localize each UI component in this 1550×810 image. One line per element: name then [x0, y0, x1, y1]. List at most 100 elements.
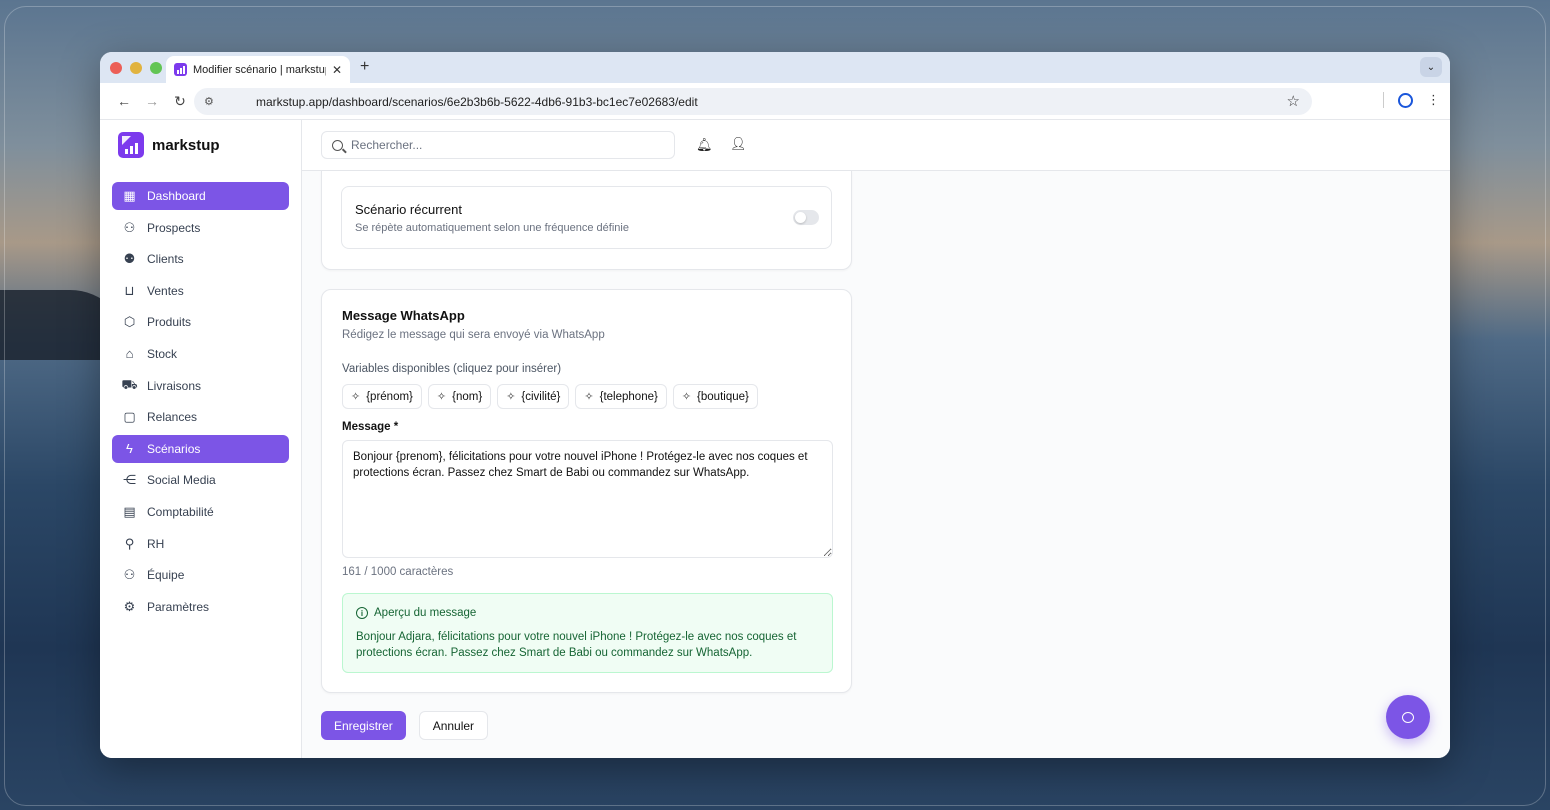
recurrent-option[interactable]: Scénario récurrent Se répète automatique… [341, 186, 832, 249]
sidebar-item-social-media[interactable]: ⋲ Social Media [112, 466, 289, 494]
browser-toolbar-right: ⋮ [1383, 92, 1440, 108]
reload-icon[interactable]: ↻ [166, 93, 194, 110]
scenario-form: Scénario récurrent Se répète automatique… [321, 171, 852, 740]
message-textarea[interactable]: Bonjour {prenom}, félicitations pour vot… [342, 440, 833, 558]
whatsapp-card-title: Message WhatsApp [342, 308, 465, 323]
truck-icon: ⛟ [121, 376, 138, 392]
recurrent-toggle[interactable] [793, 210, 819, 225]
markstup-favicon-icon [174, 63, 187, 76]
variables-label: Variables disponibles (cliquez pour insé… [342, 363, 562, 375]
user-icon[interactable]: 👤︎ [730, 136, 747, 152]
user-cog-icon: ⚲ [124, 535, 135, 551]
settings-card: Scénario récurrent Se répète automatique… [321, 171, 852, 270]
preview-title: Aperçu du message [374, 607, 477, 619]
chat-bubble-icon [1402, 711, 1414, 723]
form-actions: Enregistrer Annuler [321, 711, 489, 740]
team-icon: ⚇ [123, 567, 136, 583]
back-arrow-icon[interactable]: ← [110, 93, 138, 109]
user-plus-icon: ⚇ [123, 219, 136, 235]
chat-button[interactable] [1386, 695, 1430, 739]
variable-chip-label: {nom} [452, 390, 483, 403]
sidebar-item-ventes[interactable]: ⊔ Ventes [112, 277, 289, 305]
sidebar-item-comptabilite[interactable]: ▤ Comptabilité [112, 498, 289, 526]
app-shell: markstup ▦ Dashboard ⚇ Prospects ⚉ Clien… [100, 120, 1450, 758]
sidebar: markstup ▦ Dashboard ⚇ Prospects ⚉ Clien… [100, 120, 302, 758]
sidebar-item-label: Social Media [147, 473, 216, 488]
sidebar-item-stock[interactable]: ⌂ Stock [112, 340, 289, 368]
cancel-button[interactable]: Annuler [418, 711, 489, 740]
sidebar-item-scenarios[interactable]: ϟ Scénarios [112, 434, 289, 463]
sidebar-item-prospects[interactable]: ⚇ Prospects [112, 214, 289, 242]
recurrent-description: Se répète automatiquement selon une fréq… [355, 222, 629, 234]
sidebar-item-label: Paramètres [147, 599, 210, 614]
tab-bar: Modifier scénario | markstup ✕ + ⌄ [100, 52, 1450, 83]
toolbar-divider [1383, 92, 1384, 108]
tab-search-chevron-icon[interactable]: ⌄ [1420, 57, 1442, 77]
sidebar-item-produits[interactable]: ⬡ Produits [112, 308, 289, 336]
forward-arrow-icon[interactable]: → [138, 93, 166, 109]
variable-chip-prenom[interactable]: ✧ {prénom} [342, 384, 422, 409]
calculator-icon: ▤ [123, 503, 136, 519]
close-window-button[interactable] [110, 61, 122, 74]
sidebar-item-label: Stock [147, 346, 178, 361]
sparkles-icon: ✧ [584, 391, 594, 403]
window-controls [110, 61, 162, 74]
main-content: 🔔︎ 👤︎ Scénario récurrent Se répète autom… [302, 120, 1450, 758]
sidebar-item-label: Comptabilité [147, 504, 214, 519]
sidebar-item-livraisons[interactable]: ⛟ Livraisons [112, 372, 289, 400]
search-icon [332, 139, 343, 151]
url-field[interactable]: ⚙ markstup.app/dashboard/scenarios/6e2b3… [194, 88, 1312, 115]
preview-text: Bonjour Adjara, félicitations pour votre… [356, 631, 797, 659]
browser-menu-icon[interactable]: ⋮ [1427, 92, 1440, 108]
browser-tab[interactable]: Modifier scénario | markstup ✕ [166, 56, 350, 83]
brand-name: markstup [152, 136, 220, 154]
sparkles-icon: ✧ [681, 391, 692, 403]
sparkles-icon: ✧ [351, 391, 361, 403]
character-count: 161 / 1000 caractères [342, 566, 454, 578]
site-settings-icon[interactable]: ⚙ [204, 95, 234, 108]
sidebar-menu: ▦ Dashboard ⚇ Prospects ⚉ Clients ⊔ Vent… [100, 170, 301, 636]
cart-icon: ⊔ [124, 282, 135, 298]
tab-close-icon[interactable]: ✕ [332, 63, 342, 77]
sidebar-item-rh[interactable]: ⚲ RH [112, 530, 289, 558]
sidebar-item-label: Prospects [147, 220, 201, 235]
message-square-icon: ▢ [123, 409, 136, 425]
recurrent-title: Scénario récurrent [355, 202, 462, 217]
message-preview: i Aperçu du message Bonjour Adjara, féli… [342, 593, 833, 673]
sidebar-item-label: RH [147, 536, 165, 551]
sidebar-item-relances[interactable]: ▢ Relances [112, 403, 289, 431]
url-text: markstup.app/dashboard/scenarios/6e2b3b6… [256, 94, 698, 109]
variable-chips: ✧ {prénom} ✧ {nom} ✧ {civilité} ✧ {telep… [342, 384, 758, 409]
sidebar-item-equipe[interactable]: ⚇ Équipe [112, 561, 289, 589]
sidebar-item-dashboard[interactable]: ▦ Dashboard [112, 182, 289, 210]
info-icon: i [356, 607, 368, 619]
sidebar-item-label: Équipe [147, 568, 185, 583]
search-box[interactable] [321, 131, 675, 159]
brand[interactable]: markstup [100, 120, 301, 170]
preview-header: i Aperçu du message [356, 607, 476, 619]
whatsapp-card-description: Rédigez le message qui sera envoyé via W… [342, 329, 605, 341]
sidebar-item-label: Produits [147, 315, 192, 330]
variable-chip-nom[interactable]: ✧ {nom} [427, 384, 492, 409]
layout-grid-icon: ▦ [123, 188, 136, 203]
maximize-window-button[interactable] [150, 61, 162, 74]
whatsapp-message-card: Message WhatsApp Rédigez le message qui … [321, 289, 852, 693]
bookmark-star-icon[interactable]: ☆ [1287, 92, 1300, 110]
sidebar-item-parametres[interactable]: ⚙ Paramètres [112, 593, 289, 621]
markstup-logo-icon [118, 132, 144, 158]
save-button[interactable]: Enregistrer [321, 711, 406, 740]
sidebar-item-label: Livraisons [147, 378, 202, 393]
minimize-window-button[interactable] [130, 61, 142, 74]
bell-icon[interactable]: 🔔︎ [696, 137, 713, 153]
variable-chip-civilite[interactable]: ✧ {civilité} [497, 384, 570, 409]
profile-icon[interactable] [1398, 92, 1413, 108]
sidebar-item-label: Clients [147, 252, 184, 267]
variable-chip-boutique[interactable]: ✧ {boutique} [672, 384, 758, 409]
variable-chip-telephone[interactable]: ✧ {telephone} [575, 384, 667, 409]
new-tab-button[interactable]: + [360, 58, 369, 76]
variable-chip-label: {prénom} [366, 390, 413, 403]
variable-chip-label: {boutique} [697, 390, 749, 403]
sparkles-icon: ✧ [506, 391, 516, 403]
search-input[interactable] [351, 138, 651, 152]
sidebar-item-clients[interactable]: ⚉ Clients [112, 245, 289, 273]
